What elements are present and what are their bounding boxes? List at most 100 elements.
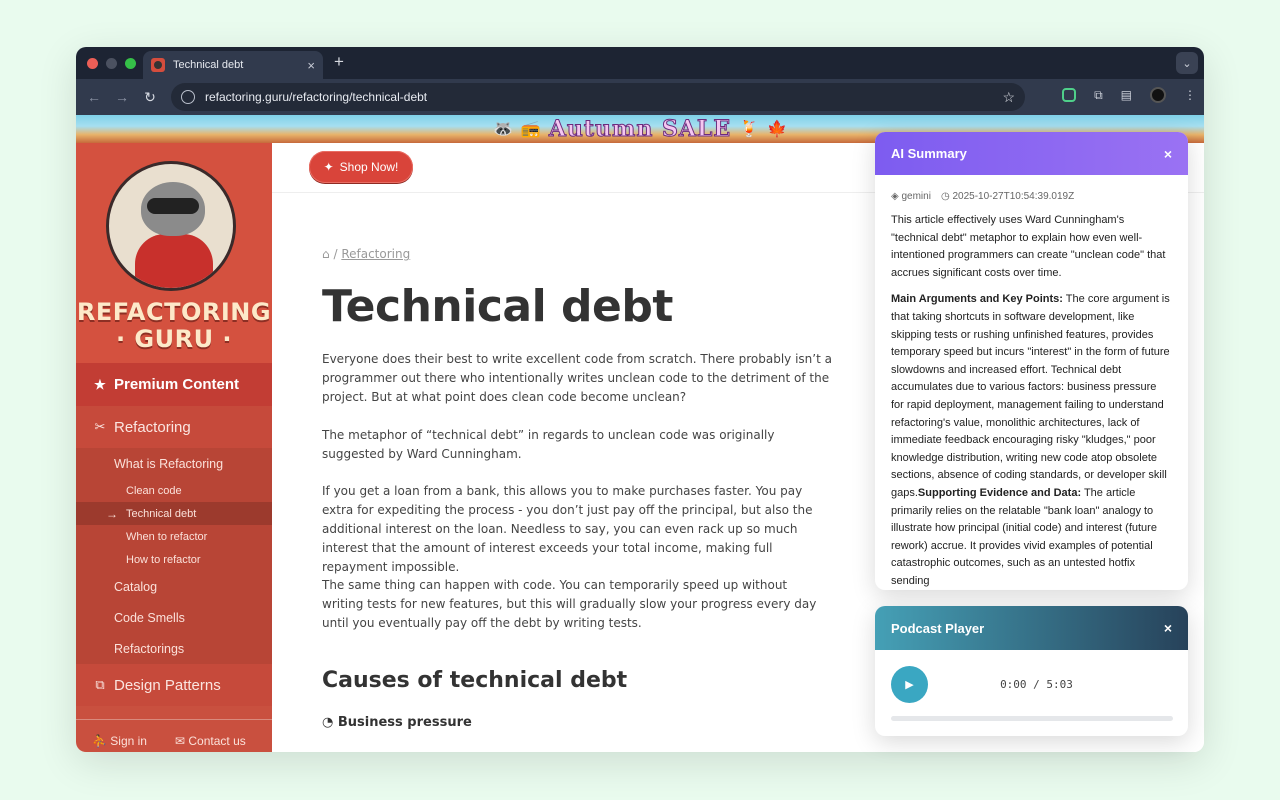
sign-in-icon: ⛹ <box>92 734 111 748</box>
timestamp-tag: ◷ 2025-10-27T10:54:39.019Z <box>941 191 1074 202</box>
page-title: Technical debt <box>322 281 673 332</box>
premium-label: Premium Content <box>114 376 240 393</box>
banner-drink-icon: 🍹 <box>739 121 760 138</box>
paragraph-2: The metaphor of “technical debt” in rega… <box>322 428 775 461</box>
clock-icon: ◷ <box>940 191 953 202</box>
profile-avatar[interactable] <box>1150 87 1166 103</box>
podcast-time: 0:00 / 5:03 <box>1000 678 1073 691</box>
browser-toolbar: ← → ↻ refactoring.guru/refactoring/techn… <box>76 79 1204 115</box>
address-bar[interactable]: refactoring.guru/refactoring/technical-d… <box>171 83 1025 111</box>
ai-summary-header: AI Summary × <box>875 132 1188 175</box>
contact-link[interactable]: ✉ Contact us <box>175 734 246 752</box>
url-text[interactable]: refactoring.guru/refactoring/technical-d… <box>205 90 1002 104</box>
technical-debt-label: Technical debt <box>126 507 197 520</box>
subsection-label: Business pressure <box>337 715 472 730</box>
new-tab-button[interactable]: + <box>334 52 344 72</box>
forward-icon[interactable]: → <box>108 89 136 105</box>
close-window-button[interactable] <box>87 58 98 69</box>
star-icon: ★ <box>94 376 106 392</box>
sidebar-item-refactoring[interactable]: ✂ Refactoring <box>76 406 272 448</box>
shop-now-button[interactable]: ✦ Shop Now! <box>309 151 413 183</box>
sidebar-item-what-is[interactable]: What is Refactoring <box>76 448 272 479</box>
menu-kebab-icon[interactable]: ⋮ <box>1184 88 1196 102</box>
design-patterns-label: Design Patterns <box>114 676 221 694</box>
tab-technical-debt[interactable]: Technical debt × <box>143 51 323 79</box>
sidebar-item-when-to[interactable]: When to refactor <box>76 525 272 548</box>
sparkle-icon: ✦ <box>323 160 334 174</box>
arrow-right-icon: → <box>106 506 118 521</box>
contact-label: Contact us <box>188 734 246 748</box>
evidence-label: Supporting Evidence and Data: <box>917 486 1082 499</box>
back-icon[interactable]: ← <box>80 89 108 105</box>
puzzle-icon: ⧉ <box>95 677 105 692</box>
sidebar-item-how-to[interactable]: How to refactor <box>76 548 272 571</box>
sidebar: REFACTORING · GURU · ★ Premium Content ✂… <box>76 143 272 752</box>
minimize-window-button[interactable] <box>106 58 117 69</box>
home-icon[interactable]: ⌂ <box>322 247 330 261</box>
breadcrumb-separator: / <box>333 247 338 261</box>
model-tag: ◈ gemini <box>891 191 931 202</box>
sidebar-item-premium[interactable]: ★ Premium Content <box>76 363 272 406</box>
sidebar-item-clean-code[interactable]: Clean code <box>76 479 272 502</box>
sidebar-item-technical-debt[interactable]: → Technical debt <box>76 502 272 525</box>
tab-search-button[interactable]: ⌄ <box>1176 52 1198 74</box>
banner-raccoon-icon: 🦝 <box>492 121 513 138</box>
paragraph-4: The same thing can happen with code. You… <box>322 578 817 630</box>
sign-in-label: Sign in <box>110 734 147 748</box>
paragraph-1: Everyone does their best to write excell… <box>322 352 832 404</box>
ai-summary-close-button[interactable]: × <box>1164 146 1172 162</box>
subsection-heading: ◔ Business pressure <box>322 715 472 730</box>
reload-icon[interactable]: ↻ <box>136 89 164 106</box>
evidence-text: The article primarily relies on the rela… <box>891 486 1157 587</box>
tab-close-button[interactable]: × <box>307 58 315 73</box>
bookmark-star-icon[interactable]: ☆ <box>1002 89 1015 106</box>
breadcrumb-link-refactoring[interactable]: Refactoring <box>341 247 410 261</box>
model-name: gemini <box>901 191 931 202</box>
main-arguments-text: The core argument is that taking shortcu… <box>891 293 1170 499</box>
sidebar-item-code-smells[interactable]: Code Smells <box>76 602 272 633</box>
podcast-close-button[interactable]: × <box>1164 620 1172 636</box>
banner-radio-icon: 📻 <box>520 121 541 138</box>
extensions-puzzle-icon[interactable]: ⧉ <box>1094 88 1103 103</box>
banner-text: Autumn SALE <box>548 116 732 143</box>
reading-list-icon[interactable]: ▤ <box>1121 88 1132 102</box>
main-arguments-label: Main Arguments and Key Points: <box>891 293 1063 306</box>
ai-summary-main: Main Arguments and Key Points: The core … <box>891 291 1172 590</box>
window-controls <box>87 58 136 69</box>
refactoring-label: Refactoring <box>114 418 191 436</box>
timestamp: 2025-10-27T10:54:39.019Z <box>952 191 1075 202</box>
tab-strip: Technical debt × + ⌄ <box>76 47 1204 79</box>
ai-summary-intro: This article effectively uses Ward Cunni… <box>891 214 1166 279</box>
ai-summary-title: AI Summary <box>891 146 967 161</box>
logo-text: REFACTORING · GURU · <box>76 299 272 353</box>
favicon-icon <box>151 58 165 72</box>
extension-icon[interactable] <box>1062 88 1077 102</box>
podcast-progress-bar[interactable] <box>891 716 1173 721</box>
logo-line1: REFACTORING <box>76 298 272 326</box>
mail-icon: ✉ <box>174 734 189 748</box>
podcast-title: Podcast Player <box>891 620 985 636</box>
sign-in-link[interactable]: ⛹ Sign in <box>92 734 147 752</box>
sidebar-item-refactorings[interactable]: Refactorings <box>76 633 272 664</box>
raccoon-mascot-icon <box>106 161 236 291</box>
sidebar-item-catalog[interactable]: Catalog <box>76 571 272 602</box>
site-info-icon[interactable] <box>181 90 195 104</box>
shop-now-label: Shop Now! <box>339 160 399 174</box>
toolbar-actions: ⧉ ▤ ⋮ <box>1062 87 1196 103</box>
ai-summary-meta: ◈ gemini ◷ 2025-10-27T10:54:39.019Z <box>875 175 1188 202</box>
site-logo[interactable]: REFACTORING · GURU · <box>76 143 272 363</box>
maximize-window-button[interactable] <box>125 58 136 69</box>
ai-summary-body: This article effectively uses Ward Cunni… <box>875 202 1188 590</box>
sidebar-footer: ⛹ Sign in ✉ Contact us <box>76 719 272 752</box>
gauge-icon: ◔ <box>322 715 338 730</box>
logo-line2: · GURU · <box>115 325 233 353</box>
layers-icon: ◈ <box>891 191 902 202</box>
tab-title: Technical debt <box>173 59 244 71</box>
ai-summary-panel: AI Summary × ◈ gemini ◷ 2025-10-27T10:54… <box>875 132 1188 590</box>
sidebar-item-design-patterns[interactable]: ⧉ Design Patterns <box>76 664 272 706</box>
paragraph-3: If you get a loan from a bank, this allo… <box>322 484 813 574</box>
podcast-player-panel: Podcast Player × ▶ 0:00 / 5:03 <box>875 606 1188 736</box>
scissors-icon: ✂ <box>94 419 106 434</box>
sidebar-nav: ★ Premium Content ✂ Refactoring What is … <box>76 363 272 706</box>
refactoring-submenu: What is Refactoring Clean code → Technic… <box>76 448 272 664</box>
